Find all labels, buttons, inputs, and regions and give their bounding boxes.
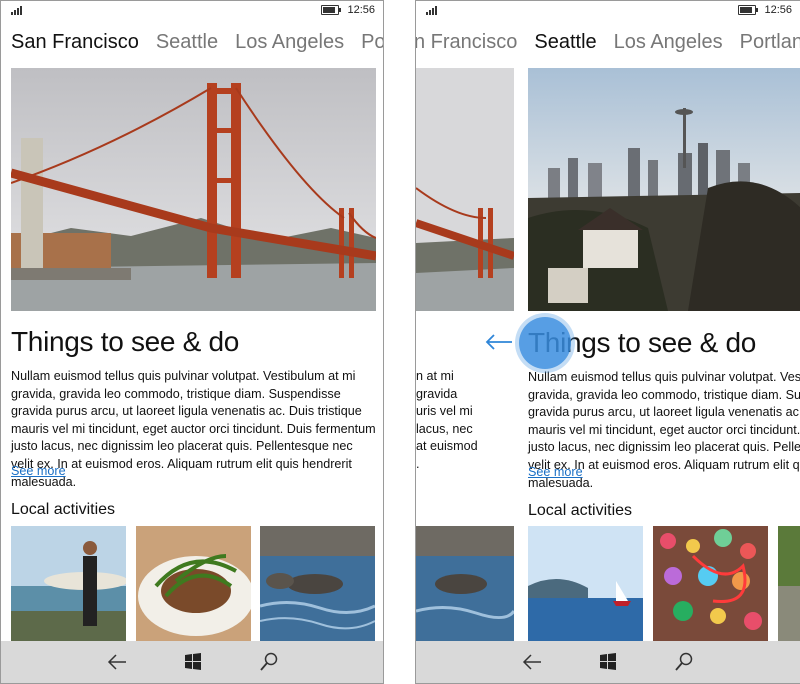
local-activities-heading: Local activities [528,502,633,519]
tab-portland[interactable]: Portlan [361,31,383,53]
phone-screen-right: 12:56 n Francisco Seattle Los Angeles Portl… [415,0,800,684]
pivot-header: San Francisco Seattle Los Angeles Portlan [11,31,383,54]
signal-icon [11,6,23,15]
signal-icon [426,6,438,15]
system-nav-bar [416,641,800,683]
activity-food-thumbnail[interactable] [136,526,251,641]
activity-sailing-thumbnail[interactable] [528,526,643,641]
activity-next-thumbnail-peek[interactable] [778,526,800,641]
search-icon[interactable] [673,651,697,673]
status-time: 12:56 [347,4,375,16]
see-more-link[interactable]: See more [11,464,66,478]
touch-point-indicator [519,317,571,369]
local-activities-heading: Local activities [11,501,116,518]
hero-image-golden-gate [11,68,376,311]
section-heading: Things to see & do [11,326,240,357]
battery-icon [738,5,758,15]
tab-san-francisco[interactable]: n Francisco [416,31,517,53]
status-time: 12:56 [764,4,792,16]
system-nav-bar [1,641,383,683]
back-arrow-icon[interactable] [106,651,130,673]
tab-san-francisco[interactable]: San Francisco [11,31,139,53]
tab-portland[interactable]: Portland [740,31,800,53]
tab-seattle[interactable]: Seattle [156,31,218,53]
activity-gum-wall-thumbnail[interactable] [653,526,768,641]
activity-surfer-thumbnail[interactable] [11,526,126,641]
pivot-header: n Francisco Seattle Los Angeles Portland [416,31,800,54]
description-text-peek: n at mi gravida uris vel mi lacus, nec a… [416,369,478,471]
swipe-left-arrow-icon [484,332,514,352]
tab-seattle[interactable]: Seattle [534,31,596,53]
battery-icon [321,5,341,15]
hero-image-seattle [528,68,800,311]
search-icon[interactable] [258,651,282,673]
phone-screen-left: 12:56 San Francisco Seattle Los Angeles Por… [0,0,384,684]
description-text: Nullam euismod tellus quis pulvinar volu… [11,369,376,489]
status-bar: 12:56 [1,1,383,21]
windows-start-icon[interactable] [181,651,205,673]
activity-seals-thumbnail-peek[interactable] [416,526,514,641]
hero-image-golden-gate-peek [416,68,514,311]
activity-seals-thumbnail[interactable] [260,526,375,641]
windows-start-icon[interactable] [596,651,620,673]
status-bar: 12:56 [416,1,800,21]
tab-los-angeles[interactable]: Los Angeles [614,31,723,53]
tab-los-angeles[interactable]: Los Angeles [235,31,344,53]
back-arrow-icon[interactable] [521,651,545,673]
see-more-link[interactable]: See more [528,465,583,479]
